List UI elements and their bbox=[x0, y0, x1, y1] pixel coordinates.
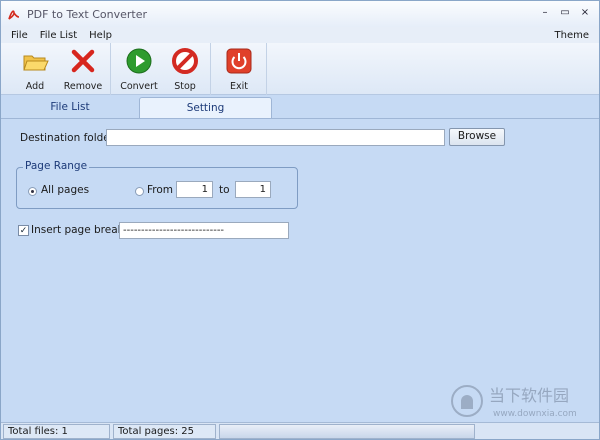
page-breaks-label: Insert page breaks: bbox=[31, 224, 133, 236]
convert-button[interactable]: Convert bbox=[113, 45, 165, 93]
folder-icon bbox=[21, 47, 49, 75]
all-pages-label: All pages bbox=[41, 184, 90, 196]
minimize-button[interactable]: – bbox=[537, 5, 553, 21]
settings-panel: Destination folder: Browse Page Range Al… bbox=[1, 118, 599, 422]
toolbar-group-files: Add Remove bbox=[1, 43, 111, 95]
menu-bar: File File List Help Theme bbox=[1, 27, 599, 43]
power-icon bbox=[225, 47, 253, 75]
to-label: to bbox=[219, 184, 230, 196]
add-button[interactable]: Add bbox=[9, 45, 61, 93]
exit-label: Exit bbox=[230, 81, 248, 92]
menu-theme[interactable]: Theme bbox=[555, 30, 590, 41]
menu-file-list[interactable]: File List bbox=[40, 30, 77, 41]
stop-button[interactable]: Stop bbox=[159, 45, 211, 93]
close-button[interactable]: × bbox=[577, 5, 593, 21]
toolbar-group-exit: Exit bbox=[211, 43, 267, 95]
all-pages-radio[interactable] bbox=[28, 187, 37, 196]
from-page-input[interactable]: 1 bbox=[176, 181, 213, 198]
remove-label: Remove bbox=[63, 81, 103, 92]
from-radio[interactable] bbox=[135, 187, 144, 196]
watermark-logo: 当下软件园 www.downxia.com bbox=[449, 381, 589, 421]
status-bar: Total files: 1 Total pages: 25 bbox=[1, 422, 599, 439]
page-range-title: Page Range bbox=[23, 160, 90, 172]
tab-file-list[interactable]: File List bbox=[1, 97, 139, 119]
convert-label: Convert bbox=[120, 81, 158, 92]
menu-help[interactable]: Help bbox=[89, 30, 112, 41]
remove-button[interactable]: Remove bbox=[57, 45, 109, 93]
add-label: Add bbox=[25, 81, 45, 92]
destination-folder-input[interactable] bbox=[106, 129, 445, 146]
menu-file[interactable]: File bbox=[11, 30, 28, 41]
toolbar-group-process: Convert Stop bbox=[111, 43, 211, 95]
pdf-app-icon bbox=[7, 7, 21, 21]
app-window: PDF to Text Converter – ▭ × File File Li… bbox=[0, 0, 600, 440]
progress-bar bbox=[219, 424, 475, 439]
maximize-button[interactable]: ▭ bbox=[557, 5, 573, 21]
toolbar: Add Remove Convert Stop Exit bbox=[1, 43, 599, 95]
page-breaks-checkbox[interactable]: ✓ bbox=[18, 225, 29, 236]
browse-button[interactable]: Browse bbox=[449, 128, 505, 146]
play-icon bbox=[125, 47, 153, 75]
tab-strip: File List Setting bbox=[1, 95, 599, 119]
stop-label: Stop bbox=[174, 81, 196, 92]
to-page-input[interactable]: 1 bbox=[235, 181, 271, 198]
destination-folder-label: Destination folder: bbox=[20, 132, 118, 144]
title-bar: PDF to Text Converter – ▭ × bbox=[1, 1, 599, 27]
watermark-cn-text: 当下软件园 bbox=[489, 386, 569, 405]
window-controls: – ▭ × bbox=[533, 5, 593, 21]
total-files-status: Total files: 1 bbox=[3, 424, 110, 439]
tab-setting[interactable]: Setting bbox=[139, 97, 272, 119]
page-break-text-input[interactable]: ---------------------------- bbox=[119, 222, 289, 239]
total-pages-status: Total pages: 25 bbox=[113, 424, 216, 439]
window-title: PDF to Text Converter bbox=[27, 7, 147, 21]
watermark-url-text: www.downxia.com bbox=[493, 409, 577, 419]
exit-button[interactable]: Exit bbox=[213, 45, 265, 93]
delete-x-icon bbox=[69, 47, 97, 75]
from-label: From bbox=[147, 184, 174, 196]
stop-icon bbox=[171, 47, 199, 75]
